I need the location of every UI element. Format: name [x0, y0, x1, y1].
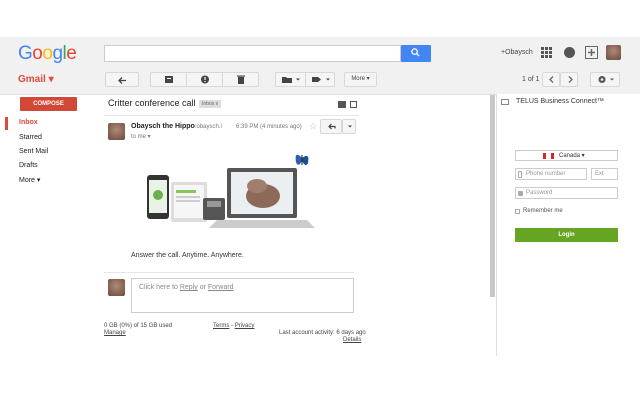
divider	[104, 272, 354, 273]
sender-email: <obaysch.l	[193, 124, 222, 130]
logo-letter: o	[42, 43, 53, 64]
share-plus-icon[interactable]	[585, 46, 598, 59]
canada-flag-icon	[543, 153, 554, 159]
archive-button[interactable]	[151, 73, 187, 86]
login-button[interactable]: Login	[515, 228, 618, 242]
country-select[interactable]: Canada ▾	[515, 150, 618, 161]
message-body-text: Answer the call. Anytime. Anywhere.	[131, 252, 244, 259]
sender-name[interactable]: Obaysch the Hippo	[131, 123, 195, 130]
move-to-button[interactable]	[276, 73, 306, 86]
back-button[interactable]	[105, 72, 139, 87]
divider	[104, 115, 359, 116]
logo-letter: e	[66, 43, 77, 64]
panel-toggle-icon[interactable]	[501, 99, 509, 105]
account-avatar[interactable]	[606, 45, 621, 60]
legal-links: Terms - Privacy	[213, 323, 254, 329]
apps-grid-icon[interactable]	[541, 47, 552, 58]
phone-input[interactable]: Phone number	[515, 168, 587, 180]
sidebar-item-sent-mail[interactable]: Sent Mail	[19, 148, 48, 155]
gear-icon	[598, 76, 614, 83]
phone-icon	[518, 171, 522, 178]
reply-more-button[interactable]	[342, 119, 356, 134]
search-button[interactable]	[401, 45, 431, 62]
tag-icon	[312, 77, 330, 82]
forward-link[interactable]: Forward	[208, 284, 234, 291]
ext-input[interactable]: Ext	[591, 168, 618, 180]
logo-letter: G	[18, 43, 33, 64]
remember-me-checkbox[interactable]	[515, 209, 520, 214]
back-arrow-icon	[118, 77, 126, 84]
country-select-value: Canada ▾	[559, 153, 585, 159]
sidebar-item-inbox[interactable]: Inbox	[19, 119, 38, 126]
inbox-label-tag[interactable]: Inbox x	[199, 100, 222, 108]
notifications-icon[interactable]	[564, 47, 575, 58]
terms-link[interactable]: Terms	[213, 323, 229, 329]
logo-letter: g	[52, 43, 63, 64]
trash-icon	[237, 75, 245, 84]
reply-box[interactable]: Click here to Reply or Forward	[131, 278, 354, 313]
move-label-group	[275, 72, 335, 87]
labels-button[interactable]	[306, 73, 336, 86]
delete-button[interactable]	[223, 73, 259, 86]
gmail-menu[interactable]: Gmail ▾	[18, 74, 54, 85]
last-activity-text: Last account activity: 6 days ago	[279, 330, 366, 336]
sidebar-item-drafts[interactable]: Drafts	[19, 162, 38, 169]
prev-page-button[interactable]	[542, 72, 560, 87]
password-placeholder: Password	[526, 190, 553, 196]
archive-icon	[165, 76, 173, 83]
google-logo[interactable]: Google	[18, 43, 77, 65]
privacy-link[interactable]: Privacy	[235, 323, 255, 329]
chevron-down-icon	[348, 125, 352, 128]
promo-image	[131, 150, 321, 245]
message-subject: Critter conference call	[108, 98, 196, 108]
user-link[interactable]: +Obaysch	[501, 49, 533, 56]
chevron-left-icon	[549, 76, 554, 83]
more-button[interactable]: More ▾	[344, 72, 377, 87]
recipient-toggle[interactable]: to me ▾	[131, 133, 151, 140]
sidebar-item-more[interactable]: More ▾	[19, 176, 40, 184]
pagination-text: 1 of 1	[522, 76, 540, 83]
manage-link[interactable]: Manage	[104, 330, 126, 336]
inbox-indicator	[5, 117, 8, 130]
folder-icon	[282, 77, 300, 83]
reply-button[interactable]	[320, 119, 342, 134]
report-spam-button[interactable]	[187, 73, 223, 86]
reply-link[interactable]: Reply	[180, 284, 198, 291]
details-link[interactable]: Details	[343, 337, 361, 343]
next-page-button[interactable]	[560, 72, 578, 87]
reply-prefix-text: Click here to	[139, 284, 180, 291]
search-input[interactable]	[104, 45, 401, 62]
compose-button[interactable]: COMPOSE	[20, 97, 77, 111]
reply-or-text: or	[197, 284, 208, 291]
logo-letter: o	[32, 43, 43, 64]
settings-button[interactable]	[590, 72, 620, 87]
password-input[interactable]: Password	[515, 187, 618, 199]
storage-text: 0 GB (0%) of 15 GB used	[104, 323, 173, 329]
lock-icon	[518, 191, 523, 196]
spam-icon	[201, 75, 209, 84]
search-icon	[411, 48, 420, 57]
reply-icon	[328, 123, 336, 130]
self-avatar	[108, 279, 125, 296]
telus-panel	[496, 94, 640, 356]
star-icon[interactable]: ☆	[309, 121, 317, 132]
phone-placeholder: Phone number	[526, 171, 566, 177]
telus-title: TELUS Business Connect™	[516, 98, 604, 105]
chevron-right-icon	[568, 76, 573, 83]
new-window-icon[interactable]	[350, 101, 357, 108]
sidebar-item-starred[interactable]: Starred	[19, 134, 42, 141]
print-icon[interactable]	[338, 101, 346, 108]
ext-placeholder: Ext	[595, 171, 604, 177]
action-button-group	[150, 72, 259, 87]
remember-me-label: Remember me	[523, 208, 563, 214]
sender-avatar	[108, 123, 125, 140]
main-scrollbar[interactable]	[490, 95, 495, 297]
message-time: 6:39 PM (4 minutes ago)	[236, 124, 302, 130]
